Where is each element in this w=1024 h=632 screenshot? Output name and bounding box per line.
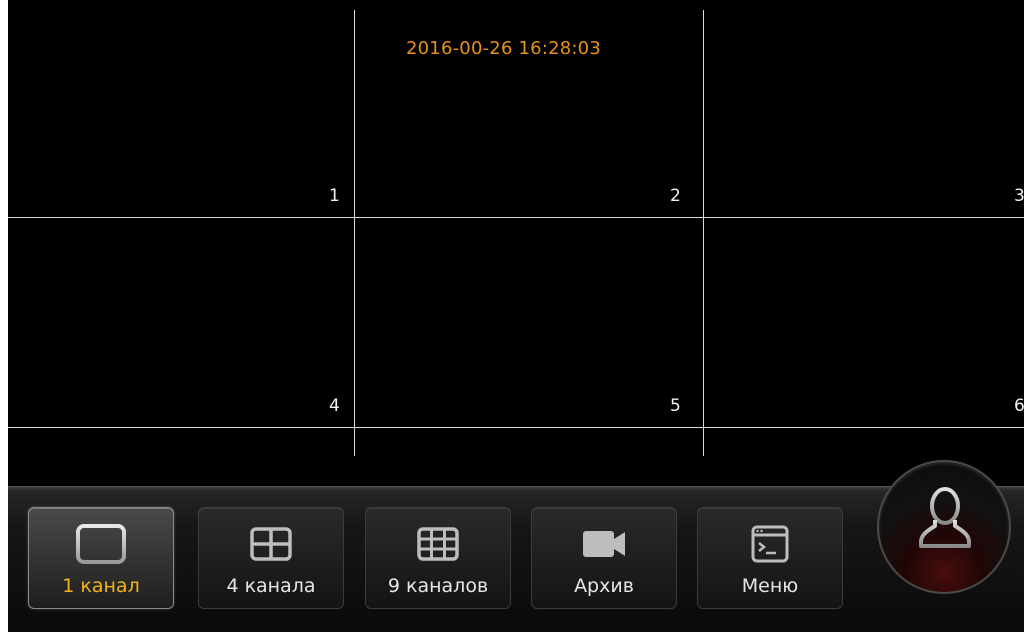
video-grid: 2016-00-26 16:28:03 1 2 3 4 5 6: [8, 0, 1024, 486]
terminal-window-icon: [751, 525, 789, 563]
four-channels-label: 4 канала: [226, 575, 316, 597]
quad-view-icon: [250, 527, 292, 561]
user-icon: [919, 487, 971, 548]
channel-number: 5: [670, 396, 681, 416]
single-view-icon: [76, 524, 126, 564]
channel-number: 3: [1014, 186, 1024, 206]
channel-number: 2: [670, 186, 681, 206]
menu-button[interactable]: Меню: [697, 507, 843, 609]
grid-divider-vertical: [703, 10, 704, 456]
menu-label: Меню: [741, 575, 799, 597]
channel-number: 6: [1014, 396, 1024, 416]
grid-divider-horizontal: [8, 217, 1024, 218]
channel-number: 1: [329, 186, 340, 206]
archive-button[interactable]: Архив: [531, 507, 677, 609]
four-channels-button[interactable]: 4 канала: [198, 507, 344, 609]
nine-channels-label: 9 каналов: [387, 575, 489, 597]
nine-channels-button[interactable]: 9 каналов: [365, 507, 511, 609]
grid-divider-vertical: [354, 10, 355, 456]
one-channel-button[interactable]: 1 канал: [28, 507, 174, 609]
one-channel-label: 1 канал: [62, 575, 140, 597]
user-button[interactable]: [877, 460, 1011, 594]
grid-divider-horizontal: [8, 427, 1024, 428]
archive-label: Архив: [574, 575, 634, 597]
nine-view-icon: [417, 527, 459, 561]
dvr-screen: 2016-00-26 16:28:03 1 2 3 4 5 6 1 канал: [8, 0, 1024, 632]
video-camera-icon: [583, 531, 625, 557]
timestamp-overlay: 2016-00-26 16:28:03: [406, 38, 601, 59]
channel-number: 4: [329, 396, 340, 416]
bottom-toolbar: 1 канал 4 канала 9 каналов Архив Меню: [8, 460, 1024, 632]
